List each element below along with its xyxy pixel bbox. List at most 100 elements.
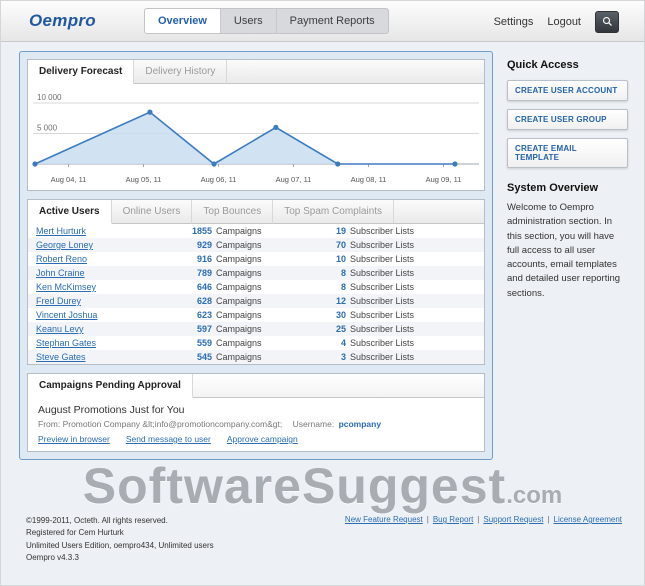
x-tick-label: Aug 05, 11 xyxy=(106,175,181,184)
campaign-count: 597 xyxy=(182,324,212,334)
tab-users[interactable]: Users xyxy=(220,9,276,33)
tab-delivery-history[interactable]: Delivery History xyxy=(134,60,227,84)
username-link[interactable]: pcompany xyxy=(339,419,382,429)
quick-access-buttons: CREATE USER ACCOUNT CREATE USER GROUP CREA… xyxy=(507,80,628,168)
user-name-link[interactable]: John Craine xyxy=(36,268,182,278)
table-row: Stephan Gates559Campaigns4Subscriber Lis… xyxy=(28,336,484,350)
footer-link-separator: | xyxy=(427,515,429,524)
chart-point xyxy=(32,161,37,166)
bug-report-link[interactable]: Bug Report xyxy=(433,515,473,524)
tab-delivery-forecast[interactable]: Delivery Forecast xyxy=(28,60,134,84)
campaigns-cell: 559Campaigns xyxy=(182,338,332,348)
campaign-count: 545 xyxy=(182,352,212,362)
subscriber-lists-cell: 12Subscriber Lists xyxy=(332,296,476,306)
campaign-count: 1855 xyxy=(182,226,212,236)
delivery-forecast-panel: Delivery ForecastDelivery History 10 000… xyxy=(27,59,485,191)
forecast-panel-tabs: Delivery ForecastDelivery History xyxy=(28,60,484,84)
system-overview-text: Welcome to Oempro administration section… xyxy=(507,201,628,301)
footer-link-separator: | xyxy=(547,515,549,524)
user-name-link[interactable]: Keanu Levy xyxy=(36,324,182,334)
create-user-group-button[interactable]: CREATE USER GROUP xyxy=(507,109,628,130)
chart-point xyxy=(335,161,340,166)
table-row: Fred Durey628Campaigns12Subscriber Lists xyxy=(28,294,484,308)
table-row: Keanu Levy597Campaigns25Subscriber Lists xyxy=(28,322,484,336)
tab-top-spam-complaints[interactable]: Top Spam Complaints xyxy=(273,200,394,224)
new-feature-request-link[interactable]: New Feature Request xyxy=(345,515,423,524)
logout-link[interactable]: Logout xyxy=(547,16,581,28)
username-label: Username: xyxy=(293,419,335,429)
user-name-link[interactable]: George Loney xyxy=(36,240,182,250)
tab-top-bounces[interactable]: Top Bounces xyxy=(192,200,273,224)
send-message-to-user-link[interactable]: Send message to user xyxy=(126,434,211,444)
subscriber-list-count: 8 xyxy=(332,268,346,278)
user-name-link[interactable]: Vincent Joshua xyxy=(36,310,182,320)
subscriber-list-count: 70 xyxy=(332,240,346,250)
pending-campaign-body: August Promotions Just for You From: Pro… xyxy=(28,398,484,451)
support-request-link[interactable]: Support Request xyxy=(483,515,543,524)
tab-campaigns-pending-approval[interactable]: Campaigns Pending Approval xyxy=(28,374,193,398)
softwaresuggest-watermark: SoftwareSuggest.com xyxy=(1,461,644,511)
quick-access-title: Quick Access xyxy=(507,59,628,71)
pending-approval-panel: Campaigns Pending Approval August Promot… xyxy=(27,373,485,452)
footer-links: New Feature Request | Bug Report | Support R… xyxy=(345,515,622,524)
table-row: George Loney929Campaigns70Subscriber Lis… xyxy=(28,238,484,252)
user-name-link[interactable]: Fred Durey xyxy=(36,296,182,306)
chart-point xyxy=(273,125,278,130)
user-name-link[interactable]: Stephan Gates xyxy=(36,338,182,348)
table-row: Vincent Joshua623Campaigns30Subscriber L… xyxy=(28,308,484,322)
create-user-account-button[interactable]: CREATE USER ACCOUNT xyxy=(507,80,628,101)
subscriber-lists-cell: 25Subscriber Lists xyxy=(332,324,476,334)
delivery-forecast-chart: 10 0005 000 Aug 04, 11Aug 05, 11Aug 06, … xyxy=(28,84,484,190)
campaign-action-links: Preview in browser Send message to user Ap… xyxy=(38,434,474,444)
license-agreement-link[interactable]: License Agreement xyxy=(554,515,623,524)
table-row: Robert Reno916Campaigns10Subscriber List… xyxy=(28,252,484,266)
tab-overview[interactable]: Overview xyxy=(145,9,220,33)
search-icon xyxy=(601,15,614,28)
footer-link-separator: | xyxy=(477,515,479,524)
system-overview-title: System Overview xyxy=(507,182,628,194)
user-name-link[interactable]: Robert Reno xyxy=(36,254,182,264)
campaigns-cell: 1855Campaigns xyxy=(182,226,332,236)
campaigns-cell: 628Campaigns xyxy=(182,296,332,306)
active-users-table: Mert Hurturk1855Campaigns19Subscriber Li… xyxy=(28,224,484,364)
campaigns-cell: 789Campaigns xyxy=(182,268,332,278)
campaign-title: August Promotions Just for You xyxy=(38,404,474,416)
settings-link[interactable]: Settings xyxy=(494,16,534,28)
main-nav: OverviewUsersPayment Reports xyxy=(144,8,389,34)
campaign-count: 789 xyxy=(182,268,212,278)
chart-point xyxy=(452,161,457,166)
right-sidebar: Quick Access CREATE USER ACCOUNTCREATE U… xyxy=(507,59,628,301)
search-button[interactable] xyxy=(595,11,619,33)
subscriber-list-count: 30 xyxy=(332,310,346,320)
campaign-count: 916 xyxy=(182,254,212,264)
campaign-count: 929 xyxy=(182,240,212,250)
subscriber-lists-cell: 3Subscriber Lists xyxy=(332,352,476,362)
preview-in-browser-link[interactable]: Preview in browser xyxy=(38,434,110,444)
x-tick-label: Aug 09, 11 xyxy=(406,175,481,184)
create-email-template-button[interactable]: CREATE EMAIL TEMPLATE xyxy=(507,138,628,168)
tab-active-users[interactable]: Active Users xyxy=(28,200,112,224)
subscriber-list-count: 4 xyxy=(332,338,346,348)
user-name-link[interactable]: Steve Gates xyxy=(36,352,182,362)
campaigns-cell: 545Campaigns xyxy=(182,352,332,362)
table-row: Steve Gates545Campaigns3Subscriber Lists xyxy=(28,350,484,364)
campaigns-cell: 646Campaigns xyxy=(182,282,332,292)
user-name-link[interactable]: Mert Hurturk xyxy=(36,226,182,236)
campaign-count: 623 xyxy=(182,310,212,320)
x-tick-label: Aug 04, 11 xyxy=(31,175,106,184)
tab-payment-reports[interactable]: Payment Reports xyxy=(276,9,388,33)
user-name-link[interactable]: Ken McKimsey xyxy=(36,282,182,292)
subscriber-list-count: 12 xyxy=(332,296,346,306)
subscriber-list-count: 25 xyxy=(332,324,346,334)
subscriber-lists-cell: 70Subscriber Lists xyxy=(332,240,476,250)
tab-filler xyxy=(227,60,484,84)
watermark-text: SoftwareSuggest xyxy=(83,458,506,514)
subscriber-lists-cell: 8Subscriber Lists xyxy=(332,268,476,278)
page-footer: ©1999-2011, Octeth. All rights reserved.… xyxy=(26,515,622,565)
tab-online-users[interactable]: Online Users xyxy=(112,200,193,224)
subscriber-list-count: 8 xyxy=(332,282,346,292)
y-tick-label: 10 000 xyxy=(37,93,62,102)
campaign-count: 559 xyxy=(182,338,212,348)
campaigns-cell: 916Campaigns xyxy=(182,254,332,264)
approve-campaign-link[interactable]: Approve campaign xyxy=(227,434,298,444)
